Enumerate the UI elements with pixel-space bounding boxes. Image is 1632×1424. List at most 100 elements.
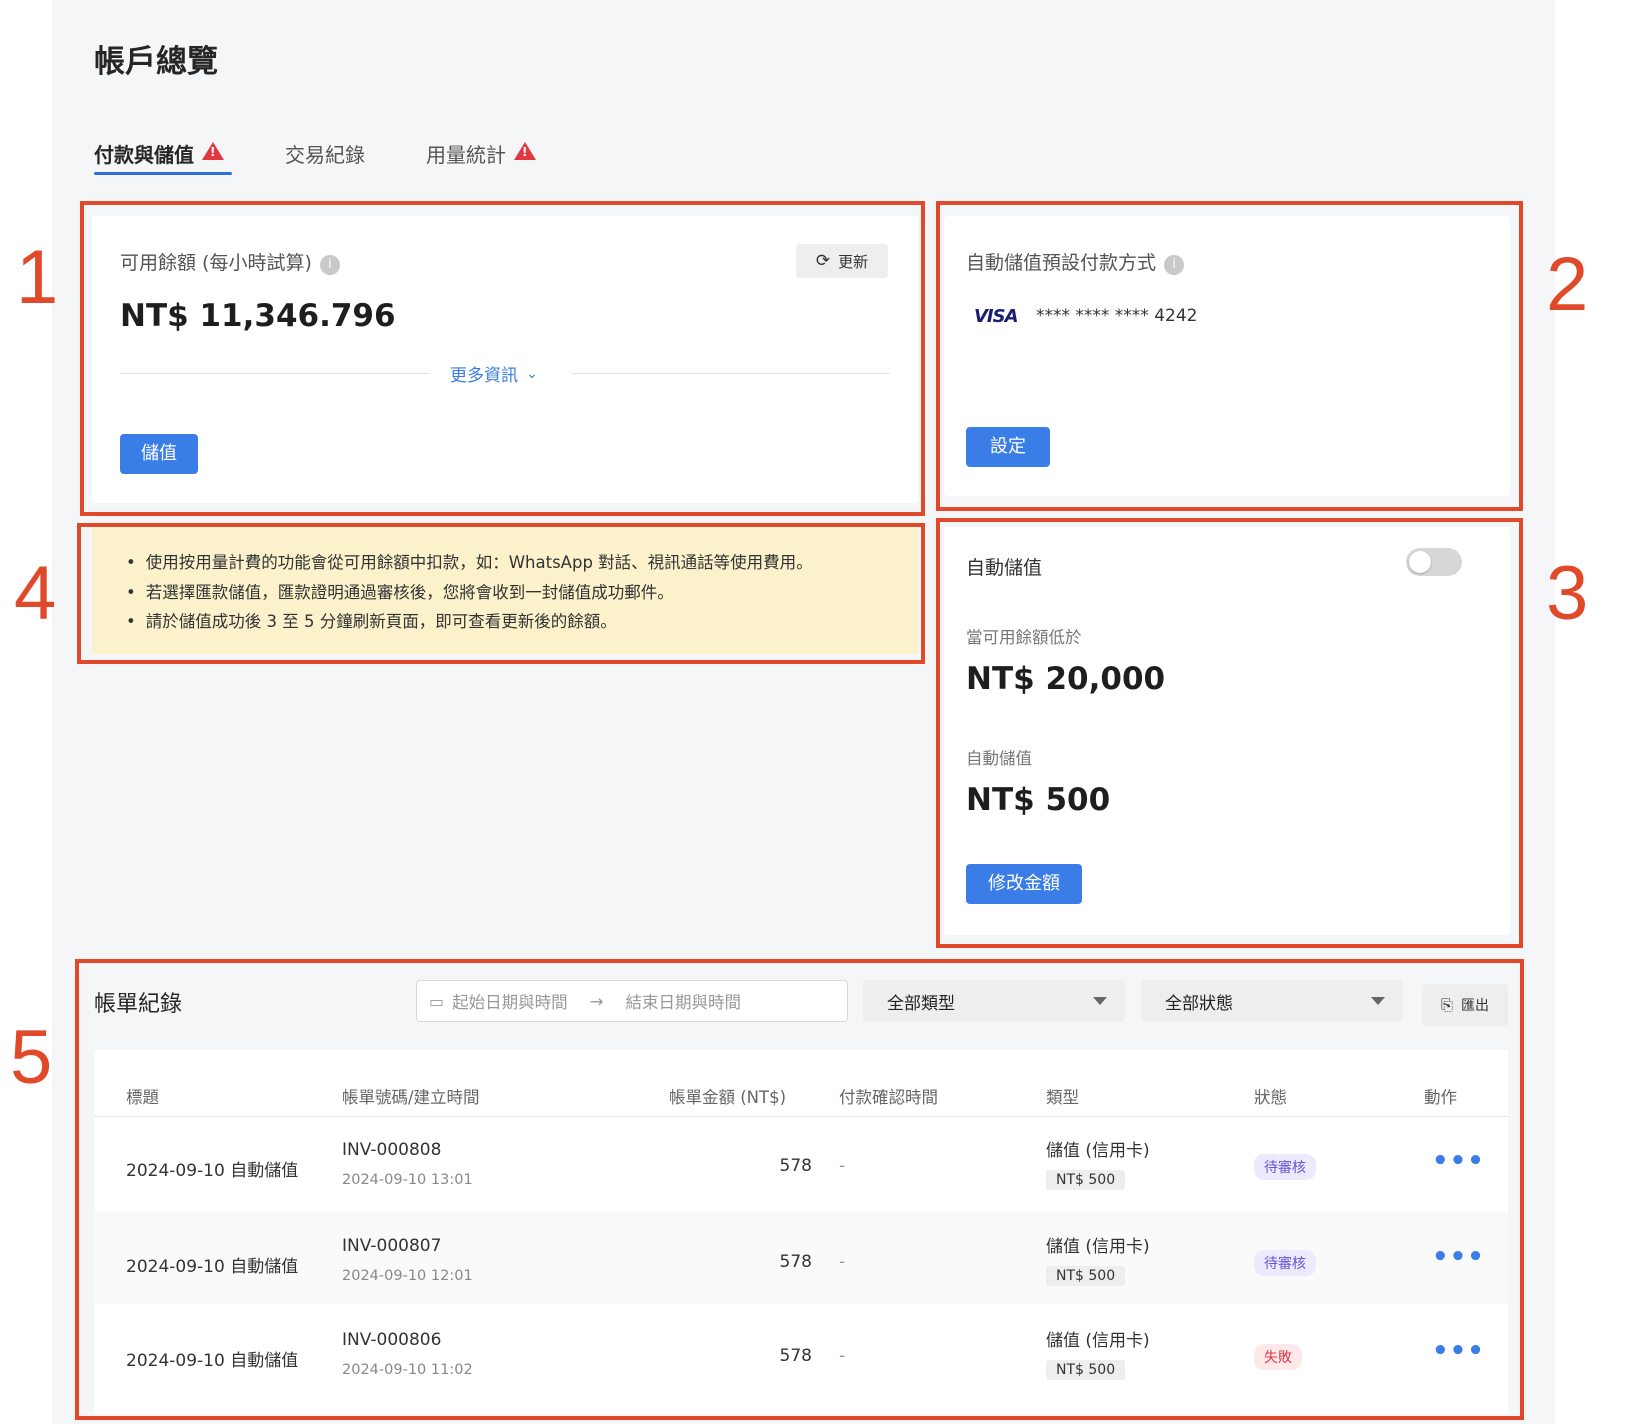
notice-item: 請於儲值成功後 3 至 5 分鐘刷新頁面，即可查看更新後的餘額。 [126,607,813,637]
payment-confirmed-time: - [839,1252,846,1272]
table-header-divider [94,1116,1508,1117]
annotation-marker-4: 4 [14,551,57,636]
toggle-knob [1409,551,1431,573]
bill-amount: 578 [779,1252,812,1272]
tab-label: 交易紀錄 [285,142,365,167]
type-amount-tag: NT$ 500 [1046,1266,1126,1286]
refresh-icon: ⟳ [815,251,831,271]
notice-list: 使用按用量計費的功能會從可用餘額中扣款，如：WhatsApp 對話、視訊通話等使… [126,548,813,637]
created-time: 2024-09-10 13:01 [342,1172,473,1188]
bill-type: 儲值 (信用卡) [1046,1237,1150,1257]
payment-method-card: 自動儲值預設付款方式 i VISA **** **** **** 4242 設定 [944,216,1510,496]
annotation-marker-1: 1 [16,235,59,320]
type-amount-tag: NT$ 500 [1046,1360,1126,1380]
divider [572,373,890,374]
warning-icon [514,142,536,160]
refresh-label: 更新 [838,252,869,271]
bill-type: 儲值 (信用卡) [1046,1331,1150,1351]
balance-label: 可用餘額 (每小時試算) [120,252,312,274]
more-actions-icon[interactable]: ••• [1432,1146,1485,1176]
more-info-label: 更多資訊 [450,366,518,386]
auto-topup-title: 自動儲值 [966,557,1043,579]
invoice-number: INV-000806 [342,1330,442,1350]
notice-box: 使用按用量計費的功能會從可用餘額中扣款，如：WhatsApp 對話、視訊通話等使… [92,527,918,654]
tab-transactions[interactable]: 交易紀錄 [285,136,365,170]
threshold-label: 當可用餘額低於 [966,628,1082,647]
refresh-button[interactable]: ⟳ 更新 [796,244,888,278]
status-filter-select[interactable]: 全部狀態 [1141,980,1403,1022]
type-amount-tag: NT$ 500 [1046,1170,1126,1190]
type-filter-value: 全部類型 [887,993,955,1014]
status-badge: 待審核 [1254,1154,1316,1180]
annotation-marker-2: 2 [1546,242,1589,327]
settings-button[interactable]: 設定 [966,427,1050,467]
export-icon: ⎘ [1440,996,1453,1014]
more-actions-icon[interactable]: ••• [1432,1336,1485,1366]
info-icon[interactable]: i [1164,254,1185,275]
balance-card: 可用餘額 (每小時試算) i ⟳ 更新 NT$ 11,346.796 更多資訊 ⌄… [92,216,918,503]
column-header: 動作 [1424,1088,1457,1107]
column-header: 付款確認時間 [839,1088,938,1107]
payment-label-row: 自動儲值預設付款方式 i [966,248,1185,275]
page-title: 帳戶總覽 [94,44,218,80]
calendar-icon: ▭ [429,991,445,1011]
more-info-link[interactable]: 更多資訊 ⌄ [450,361,538,387]
row-title: 2024-09-10 自動儲值 [126,1161,299,1181]
column-header: 帳單號碼/建立時間 [342,1088,480,1107]
caret-down-icon [1371,997,1385,1005]
status-filter-value: 全部狀態 [1165,993,1233,1014]
bill-type: 儲值 (信用卡) [1046,1141,1150,1161]
threshold-amount: NT$ 20,000 [966,661,1166,697]
created-time: 2024-09-10 11:02 [342,1362,473,1378]
start-date-input[interactable]: 起始日期與時間 [452,989,568,1013]
arrow-right-icon: → [589,991,604,1011]
created-time: 2024-09-10 12:01 [342,1268,473,1284]
row-title: 2024-09-10 自動儲值 [126,1257,299,1277]
active-tab-indicator [94,172,232,175]
row-title: 2024-09-10 自動儲值 [126,1351,299,1371]
column-header: 標題 [126,1088,159,1107]
auto-topup-toggle[interactable] [1406,548,1462,576]
notice-item: 使用按用量計費的功能會從可用餘額中扣款，如：WhatsApp 對話、視訊通話等使… [126,548,813,578]
balance-label-row: 可用餘額 (每小時試算) i [120,248,340,275]
chevron-down-icon: ⌄ [526,365,538,382]
payment-method-label: 自動儲值預設付款方式 [966,252,1157,274]
tab-label: 用量統計 [426,142,506,167]
annotation-marker-3: 3 [1546,551,1589,636]
notice-item: 若選擇匯款儲值，匯款證明通過審核後，您將會收到一封儲值成功郵件。 [126,578,813,608]
warning-icon [202,142,224,160]
bill-amount: 578 [779,1156,812,1176]
table-row[interactable]: 2024-09-10 自動儲值 INV-000808 2024-09-10 13… [94,1120,1508,1212]
column-header: 類型 [1046,1088,1079,1107]
payment-confirmed-time: - [839,1346,846,1366]
topup-button[interactable]: 儲值 [120,434,198,474]
bill-amount: 578 [779,1346,812,1366]
tab-label: 付款與儲值 [94,142,194,167]
billing-title: 帳單紀錄 [94,992,183,1017]
table-row[interactable]: 2024-09-10 自動儲值 INV-000806 2024-09-10 11… [94,1306,1508,1398]
invoice-number: INV-000808 [342,1140,442,1160]
column-header: 帳單金額 (NT$) [669,1088,787,1107]
modify-amount-button[interactable]: 修改金額 [966,864,1082,904]
more-actions-icon[interactable]: ••• [1432,1242,1485,1272]
balance-amount: NT$ 11,346.796 [120,298,396,334]
export-button[interactable]: ⎘ 匯出 [1422,984,1508,1026]
payment-confirmed-time: - [839,1156,846,1176]
invoice-number: INV-000807 [342,1236,442,1256]
end-date-input[interactable]: 結束日期與時間 [625,989,741,1013]
date-range-picker[interactable]: ▭ 起始日期與時間 → 結束日期與時間 [416,980,848,1022]
caret-down-icon [1093,997,1107,1005]
info-icon[interactable]: i [319,254,340,275]
tab-usage-stats[interactable]: 用量統計 [426,136,536,170]
type-filter-select[interactable]: 全部類型 [863,980,1125,1022]
export-label: 匯出 [1461,998,1489,1014]
visa-logo: VISA [974,306,1019,327]
annotation-marker-5: 5 [10,1015,53,1100]
billing-table: 標題 帳單號碼/建立時間 帳單金額 (NT$) 付款確認時間 類型 狀態 動作 … [94,1050,1508,1414]
topup-amount-label: 自動儲值 [966,749,1032,768]
table-row[interactable]: 2024-09-10 自動儲值 INV-000807 2024-09-10 12… [94,1212,1508,1304]
tab-payment-topup[interactable]: 付款與儲值 [94,136,224,170]
column-header: 狀態 [1254,1088,1287,1107]
auto-topup-card: 自動儲值 當可用餘額低於 NT$ 20,000 自動儲值 NT$ 500 修改金… [944,527,1510,935]
card-number: **** **** **** 4242 [1036,306,1198,326]
